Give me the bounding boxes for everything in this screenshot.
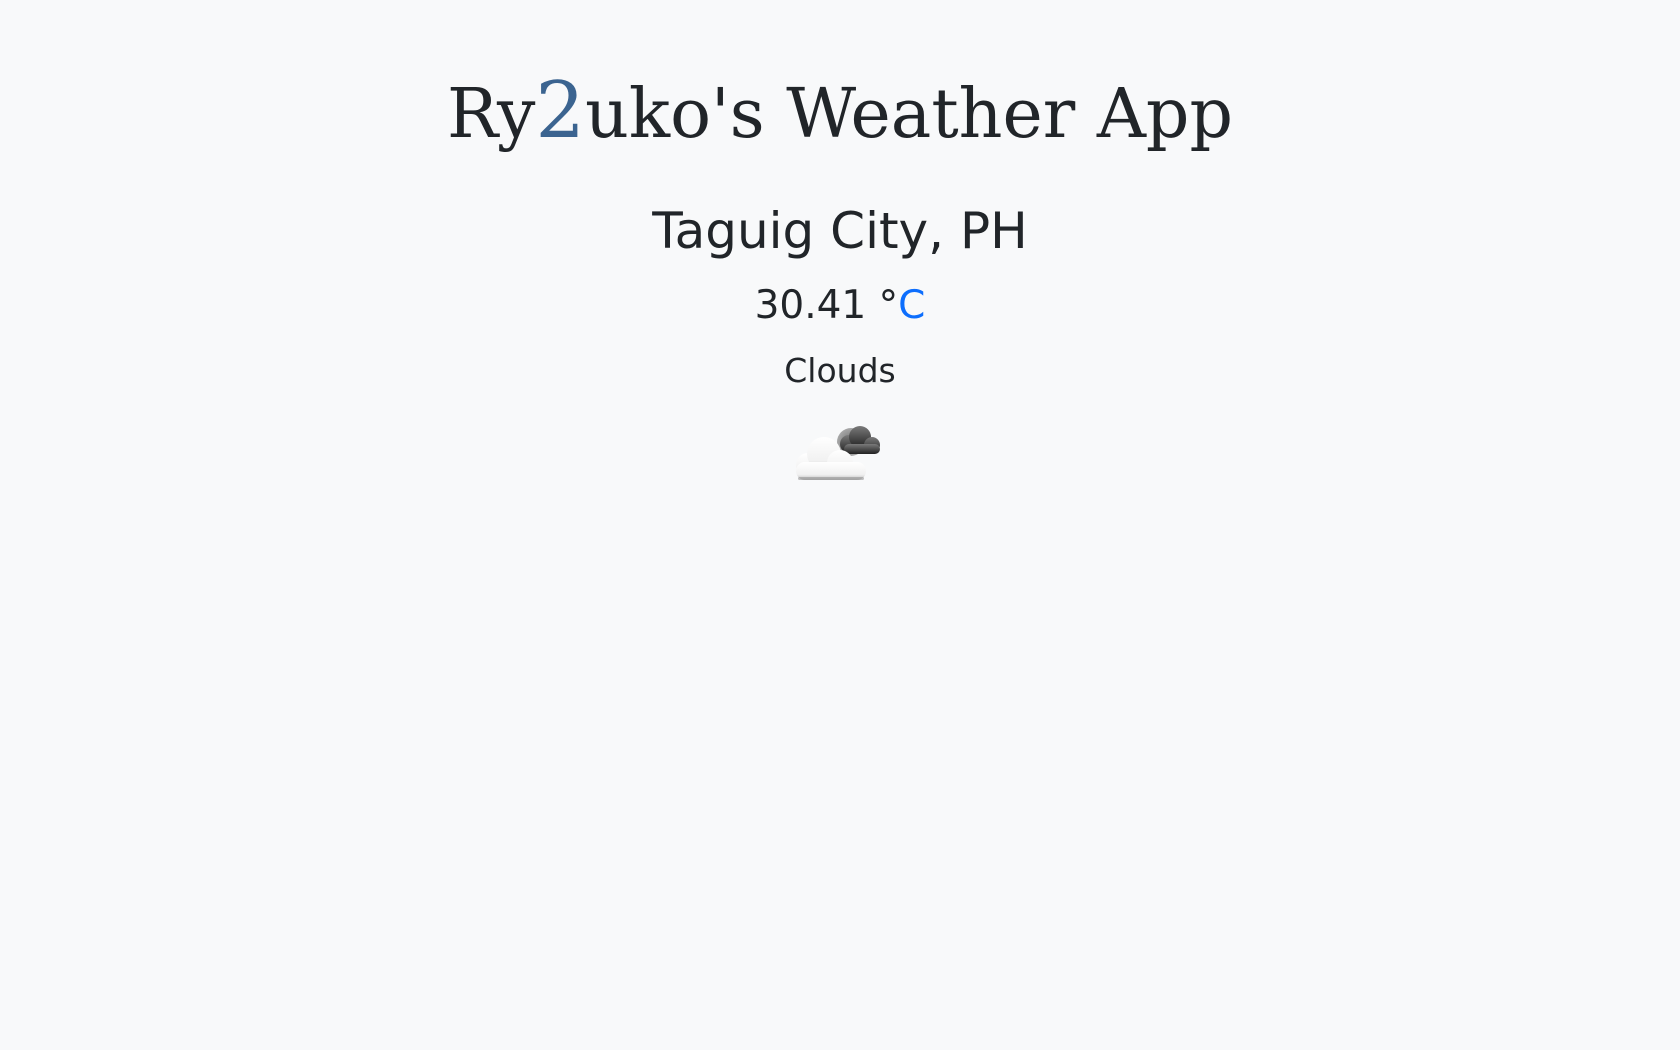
degree-symbol: ° <box>878 283 899 328</box>
temperature-value: 30.41 <box>754 283 867 328</box>
app-title-accent: 2 <box>535 66 586 156</box>
weather-condition: Clouds <box>784 351 896 390</box>
app-title: Ry2uko's Weather App <box>0 66 1680 160</box>
weather-app: Ry2uko's Weather App Taguig City, PH 30.… <box>0 0 1680 1050</box>
app-title-prefix: Ry <box>447 75 536 154</box>
temperature-display: 30.41 °C <box>0 280 1680 332</box>
temperature-unit-toggle[interactable]: C <box>898 283 925 328</box>
clouds-icon <box>790 420 890 486</box>
app-title-suffix: uko's Weather App <box>585 75 1233 154</box>
location-label: Taguig City, PH <box>652 202 1028 260</box>
